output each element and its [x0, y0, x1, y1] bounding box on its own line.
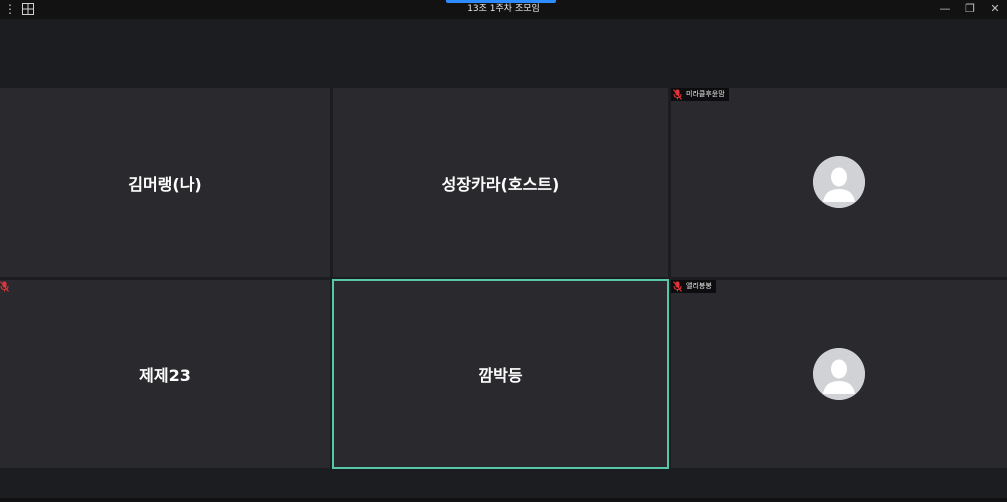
participant-tile[interactable]: 앨리봉봉 — [671, 280, 1007, 468]
muted-mic-icon — [673, 89, 682, 100]
participant-tag-label: 미라클후윤맘 — [686, 90, 725, 98]
meeting-title: 13조 1주차 조모임 — [467, 4, 540, 14]
default-avatar-icon — [813, 156, 865, 208]
participant-tile[interactable]: 제제23 — [0, 280, 330, 468]
participant-tag: 미라클후윤맘 — [671, 88, 729, 101]
muted-mic-icon — [673, 281, 682, 292]
participant-name: 제제23 — [139, 366, 191, 385]
minimize-icon[interactable]: — — [938, 2, 952, 16]
participant-tag-label: 앨리봉봉 — [686, 282, 712, 290]
close-icon[interactable]: ✕ — [988, 2, 1002, 16]
participant-name: 김머랭(나) — [128, 174, 202, 194]
muted-mic-icon — [0, 281, 9, 292]
title-bar: ⋮ 13조 1주차 조모임 — ❐ ✕ — [0, 0, 1007, 19]
participant-name: 성장카라(호스트) — [441, 174, 560, 194]
participant-tag — [0, 280, 13, 293]
bottom-edge — [0, 498, 1007, 502]
restore-icon[interactable]: ❐ — [963, 2, 977, 16]
participant-tile[interactable]: 미라클후윤맘 — [671, 88, 1007, 277]
participant-tag: 앨리봉봉 — [671, 280, 716, 293]
default-avatar-icon — [813, 348, 865, 400]
active-speaker-tile[interactable]: 깜박등 — [332, 279, 669, 469]
participant-tile[interactable]: 성장카라(호스트) — [333, 88, 668, 277]
participant-tile[interactable]: 김머랭(나) — [0, 88, 330, 277]
participant-name: 깜박등 — [478, 366, 523, 385]
